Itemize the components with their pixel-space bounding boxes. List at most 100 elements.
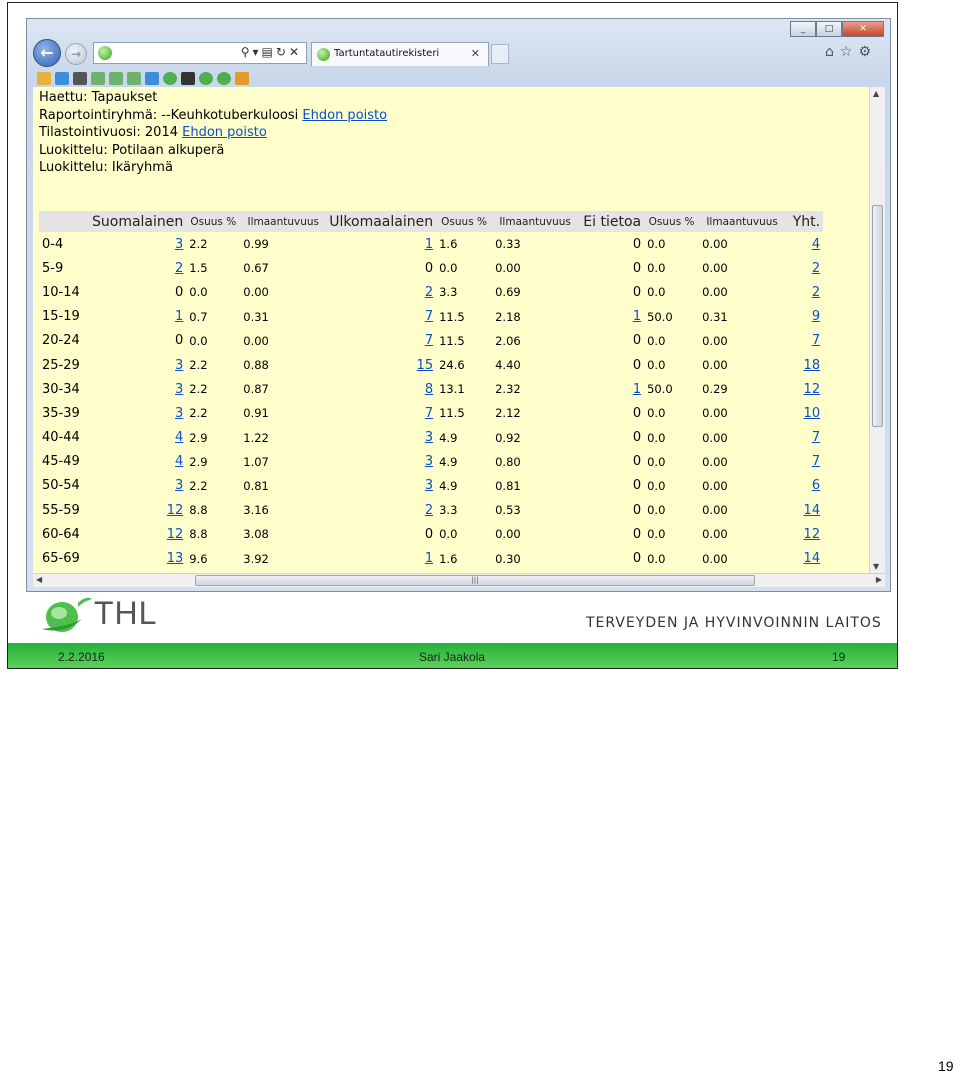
yht-count-link[interactable]: 7 <box>812 430 820 445</box>
cell-osuus-1: 0.0 <box>189 285 208 300</box>
search-icon[interactable]: ⚲ <box>241 45 253 59</box>
suomalainen-count-link[interactable]: 3 <box>175 406 183 421</box>
yht-count-link[interactable]: 10 <box>804 406 821 421</box>
ulkomaalainen-count-link[interactable]: 1 <box>425 551 433 566</box>
new-tab-button[interactable] <box>491 44 509 64</box>
globe-icon-3[interactable] <box>217 71 231 85</box>
horizontal-scrollbar[interactable]: ◀ ||| ▶ <box>33 573 885 587</box>
suomalainen-count-link[interactable]: 4 <box>175 454 183 469</box>
table-icon-1[interactable] <box>91 71 105 85</box>
remove-year-condition-link[interactable]: Ehdon poisto <box>182 125 267 140</box>
window-icon[interactable] <box>181 71 195 85</box>
tools-icon[interactable] <box>73 71 87 85</box>
scroll-down-icon[interactable]: ▼ <box>873 562 879 571</box>
yht-count-link[interactable]: 14 <box>804 551 821 566</box>
back-button[interactable]: ← <box>33 39 61 67</box>
header-empty <box>39 211 89 232</box>
scroll-right-icon[interactable]: ▶ <box>876 575 882 584</box>
favorites-add-icon[interactable] <box>37 71 51 85</box>
compatibility-icon[interactable]: ▤ <box>262 45 276 59</box>
cell-osuus-1: 2.2 <box>189 358 208 373</box>
ei-tietoa-count-link[interactable]: 1 <box>633 309 641 324</box>
suomalainen-count-link[interactable]: 2 <box>175 261 183 276</box>
site-globe-icon <box>98 46 112 60</box>
minimize-button[interactable]: _ <box>790 21 816 37</box>
horizontal-scroll-thumb[interactable]: ||| <box>195 575 755 586</box>
header-ei-tietoa: Ei tietoa <box>578 211 645 232</box>
suomalainen-count-link[interactable]: 1 <box>175 309 183 324</box>
globe-icon-2[interactable] <box>199 71 213 85</box>
thl-logo-text: THL <box>94 595 158 631</box>
gear-icon[interactable]: ⚙ <box>858 44 877 60</box>
table-row: 5-9 2 1.5 0.67 0 0.0 0.00 0 0.0 0.00 2 <box>39 256 823 280</box>
yht-count-link[interactable]: 2 <box>812 285 820 300</box>
page-icon[interactable] <box>55 71 69 85</box>
cell-ulkomaalainen: 0 <box>424 526 434 542</box>
slide: _ □ ✕ ← → ⚲▾▤↻✕ Tartuntatautirekisteri ✕… <box>7 2 898 669</box>
address-bar-actions[interactable]: ⚲▾▤↻✕ <box>241 45 302 59</box>
ulkomaalainen-count-link[interactable]: 3 <box>425 478 433 493</box>
ulkomaalainen-count-link[interactable]: 2 <box>425 503 433 518</box>
table-icon-3[interactable] <box>127 71 141 85</box>
suomalainen-count-link[interactable]: 3 <box>175 358 183 373</box>
cell-osuus-3: 0.0 <box>647 430 666 445</box>
scroll-left-icon[interactable]: ◀ <box>36 575 42 584</box>
suomalainen-count-link[interactable]: 3 <box>175 478 183 493</box>
yht-count-link[interactable]: 4 <box>812 237 820 252</box>
suomalainen-count-link[interactable]: 3 <box>175 382 183 397</box>
ulkomaalainen-count-link[interactable]: 8 <box>425 382 433 397</box>
vertical-scroll-thumb[interactable] <box>872 205 883 427</box>
yht-count-link[interactable]: 7 <box>812 333 820 348</box>
yht-count-link[interactable]: 14 <box>804 503 821 518</box>
ulkomaalainen-count-link[interactable]: 7 <box>425 333 433 348</box>
scroll-up-icon[interactable]: ▲ <box>873 89 879 98</box>
ei-tietoa-count-link[interactable]: 1 <box>633 382 641 397</box>
tab-tartuntatautirekisteri[interactable]: Tartuntatautirekisteri ✕ <box>311 42 489 66</box>
suomalainen-count-link[interactable]: 12 <box>167 527 184 542</box>
favorites-star-icon[interactable]: ☆ <box>840 44 859 60</box>
cell-osuus-3: 0.0 <box>647 527 666 542</box>
yht-count-link[interactable]: 18 <box>804 358 821 373</box>
dropdown-icon[interactable]: ▾ <box>253 45 262 59</box>
suomalainen-count-link[interactable]: 12 <box>167 503 184 518</box>
globe-icon-1[interactable] <box>163 71 177 85</box>
forward-arrow-icon: → <box>70 47 82 61</box>
remove-group-condition-link[interactable]: Ehdon poisto <box>302 108 387 123</box>
suomalainen-count-link[interactable]: 3 <box>175 237 183 252</box>
yht-count-link[interactable]: 2 <box>812 261 820 276</box>
cell-suomalainen: 1 <box>89 305 186 329</box>
cell-ulkomaalainen: 7 <box>326 305 436 329</box>
suomalainen-count-link[interactable]: 4 <box>175 430 183 445</box>
yht-count-link[interactable]: 6 <box>812 478 820 493</box>
ulkomaalainen-count-link[interactable]: 3 <box>425 454 433 469</box>
ulkomaalainen-count-link[interactable]: 15 <box>417 358 434 373</box>
vertical-scrollbar[interactable]: ▲ ▼ <box>869 87 885 573</box>
cell-ilmaantuvuus-1: 0.87 <box>243 382 269 397</box>
cell-osuus-3: 0.0 <box>647 551 666 566</box>
suomalainen-count-link[interactable]: 13 <box>167 551 184 566</box>
close-button[interactable]: ✕ <box>842 21 884 37</box>
yht-count-link[interactable]: 9 <box>812 309 820 324</box>
tab-close-icon[interactable]: ✕ <box>471 43 480 65</box>
address-bar[interactable]: ⚲▾▤↻✕ <box>93 42 307 64</box>
home-icon[interactable]: ⌂ <box>825 44 840 60</box>
ulkomaalainen-count-link[interactable]: 7 <box>425 406 433 421</box>
table-row: 60-64 12 8.8 3.08 0 0.0 0.00 0 0.0 0.00 12 <box>39 522 823 546</box>
maximize-button[interactable]: □ <box>816 21 842 37</box>
yht-count-link[interactable]: 12 <box>804 527 821 542</box>
table-icon-2[interactable] <box>109 71 123 85</box>
yht-count-link[interactable]: 7 <box>812 454 820 469</box>
forward-button[interactable]: → <box>65 43 87 65</box>
cell-age: 55-59 <box>42 502 80 518</box>
cell-osuus-3: 0.0 <box>647 261 666 276</box>
ulkomaalainen-count-link[interactable]: 7 <box>425 309 433 324</box>
yht-count-link[interactable]: 12 <box>804 382 821 397</box>
cell-age: 5-9 <box>42 260 64 276</box>
stop-icon[interactable]: ✕ <box>289 45 302 59</box>
ulkomaalainen-count-link[interactable]: 2 <box>425 285 433 300</box>
ulkomaalainen-count-link[interactable]: 3 <box>425 430 433 445</box>
refresh-icon[interactable]: ↻ <box>276 45 289 59</box>
ulkomaalainen-count-link[interactable]: 1 <box>425 237 433 252</box>
arrows-icon[interactable] <box>235 71 249 85</box>
export-icon[interactable] <box>145 71 159 85</box>
